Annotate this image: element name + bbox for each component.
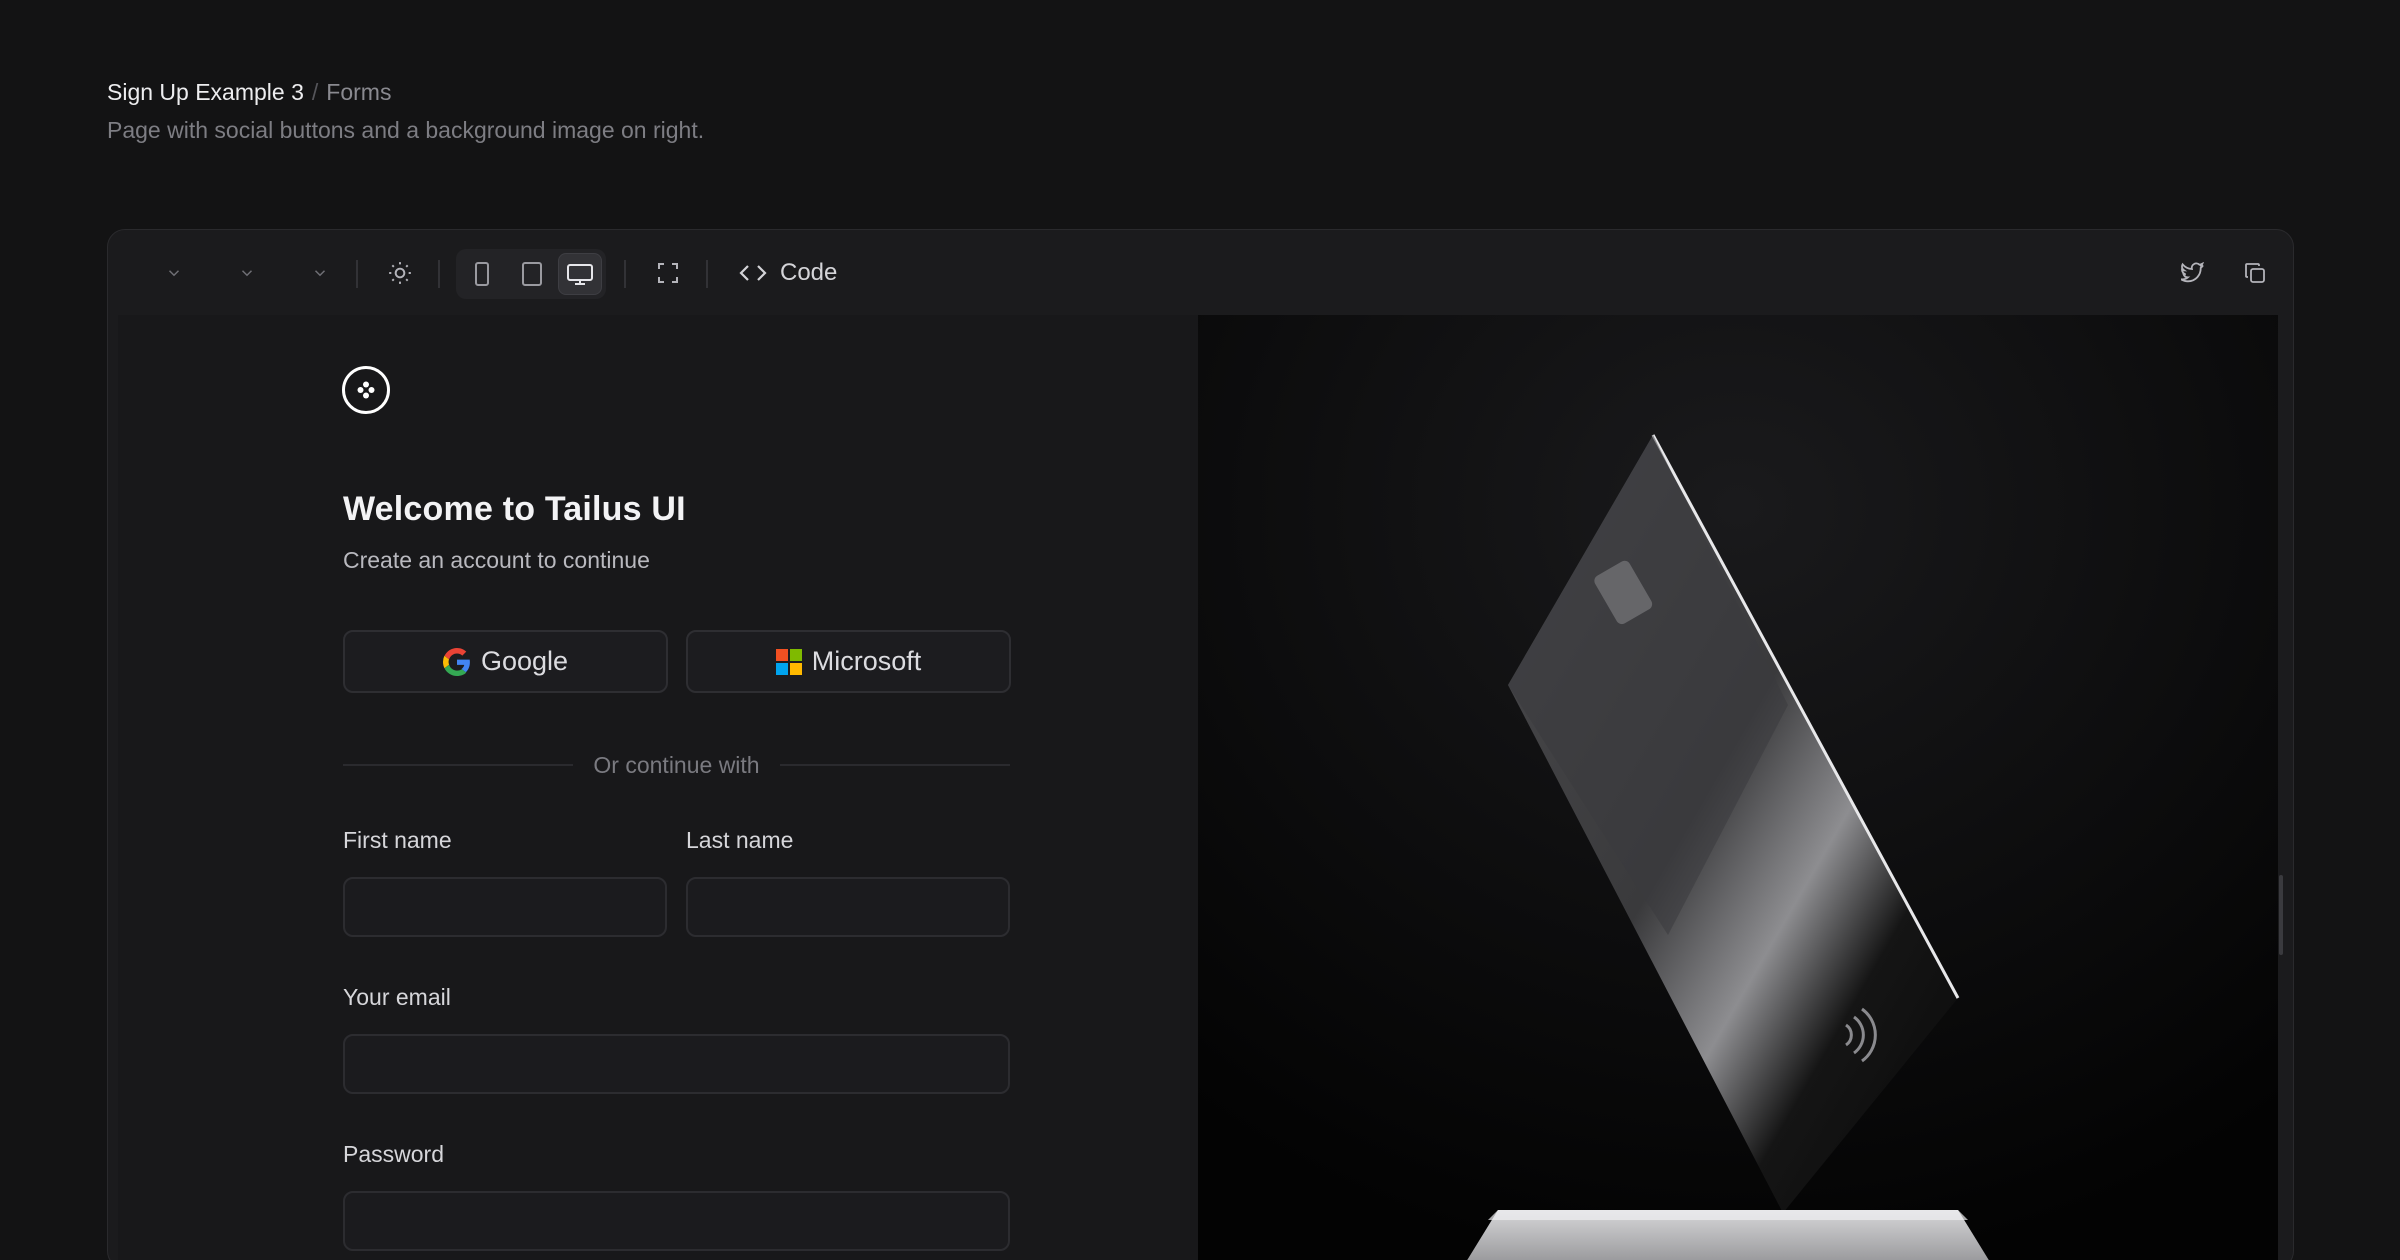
last-name-label: Last name — [686, 827, 794, 853]
google-icon — [442, 647, 470, 676]
toolbar-divider — [706, 260, 708, 288]
divider-line — [779, 764, 1011, 766]
bank-card-image — [1198, 315, 2278, 1260]
email-field[interactable] — [343, 1034, 1010, 1094]
or-continue-divider: Or continue with — [343, 750, 1011, 780]
welcome-heading: Welcome to Tailus UI — [343, 490, 686, 528]
microsoft-button[interactable]: Microsoft — [686, 630, 1011, 693]
breadcrumb-category[interactable]: Forms — [326, 79, 391, 105]
email-label: Your email — [343, 984, 451, 1010]
first-name-field[interactable] — [343, 877, 667, 937]
page-header: Sign Up Example 3 / Forms Page with social… — [107, 76, 704, 146]
page-title[interactable]: Sign Up Example 3 — [107, 79, 304, 105]
background-image-pane — [1198, 315, 2278, 1260]
preview-toolbar: Code — [108, 230, 2293, 315]
preview-frame: Code Welcome to Tailus UI Create an acco… — [107, 229, 2294, 1260]
page-description: Page with social buttons and a backgroun… — [107, 117, 705, 143]
dropdown-2-chevron-down-icon[interactable] — [226, 252, 268, 294]
toolbar-divider — [356, 260, 358, 288]
last-name-field[interactable] — [686, 877, 1010, 937]
code-label: Code — [780, 259, 838, 286]
google-button-label: Google — [480, 646, 569, 676]
code-button[interactable]: Code — [738, 251, 837, 295]
toolbar-divider — [438, 260, 440, 288]
google-button[interactable]: Google — [343, 630, 668, 693]
desktop-view-icon[interactable] — [558, 253, 602, 295]
fullscreen-icon[interactable] — [646, 252, 690, 294]
welcome-subtitle: Create an account to continue — [343, 547, 650, 573]
dropdown-1-chevron-down-icon[interactable] — [153, 252, 195, 294]
mobile-view-icon[interactable] — [460, 253, 504, 295]
divider-line — [343, 764, 574, 766]
divider-text: Or continue with — [593, 751, 760, 778]
copy-icon[interactable] — [2234, 252, 2276, 294]
toolbar-divider — [624, 260, 626, 288]
microsoft-icon — [775, 648, 802, 675]
twitter-share-icon[interactable] — [2172, 252, 2214, 294]
breadcrumb-separator: / — [311, 79, 319, 105]
code-icon — [739, 265, 767, 281]
signup-form-pane: Welcome to Tailus UI Create an account t… — [118, 315, 1198, 1260]
first-name-label: First name — [343, 827, 452, 853]
password-label: Password — [343, 1141, 444, 1167]
dropdown-3-chevron-down-icon[interactable] — [299, 252, 341, 294]
breadcrumb: Sign Up Example 3 / Forms — [107, 76, 704, 108]
preview-area: Welcome to Tailus UI Create an account t… — [118, 315, 2278, 1260]
device-switcher — [456, 249, 606, 299]
preview-scrollbar[interactable] — [2279, 875, 2283, 955]
theme-toggle-sun-icon[interactable] — [378, 252, 422, 294]
tailus-logo-icon — [342, 366, 390, 414]
tablet-view-icon[interactable] — [510, 253, 554, 295]
password-field[interactable] — [343, 1191, 1010, 1251]
microsoft-button-label: Microsoft — [811, 646, 922, 676]
